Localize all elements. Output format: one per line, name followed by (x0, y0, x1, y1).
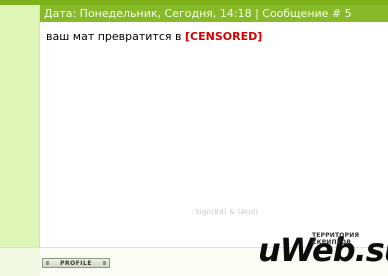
profile-button-label: PROFILE (60, 259, 92, 267)
profile-right-bullet-icon (103, 261, 106, 265)
profile-left-bullet-icon (46, 261, 49, 265)
watermark-faint-text: Sign(Ed) & (Aud) (195, 208, 259, 216)
post-message: ваш мат превратится в [CENSORED] (46, 30, 262, 43)
censored-word: [CENSORED] (185, 30, 263, 43)
logo-subtitle-line-2: СКРИПТОВ (312, 239, 352, 246)
footer-left-shade (0, 248, 40, 276)
uweb-logo: uWeb.su ТЕРРИТОРИЯ СКРИПТОВ (258, 230, 388, 276)
logo-subtitle: ТЕРРИТОРИЯ СКРИПТОВ (312, 232, 359, 246)
post-author-column (0, 5, 40, 247)
profile-button[interactable]: PROFILE (42, 258, 110, 268)
logo-subtitle-line-1: ТЕРРИТОРИЯ (312, 232, 360, 239)
message-text: ваш мат превратится в (46, 30, 182, 43)
post-meta-text: Дата: Понедельник, Сегодня, 14:18 | Сооб… (44, 7, 352, 20)
post-header: Дата: Понедельник, Сегодня, 14:18 | Сооб… (40, 5, 388, 22)
